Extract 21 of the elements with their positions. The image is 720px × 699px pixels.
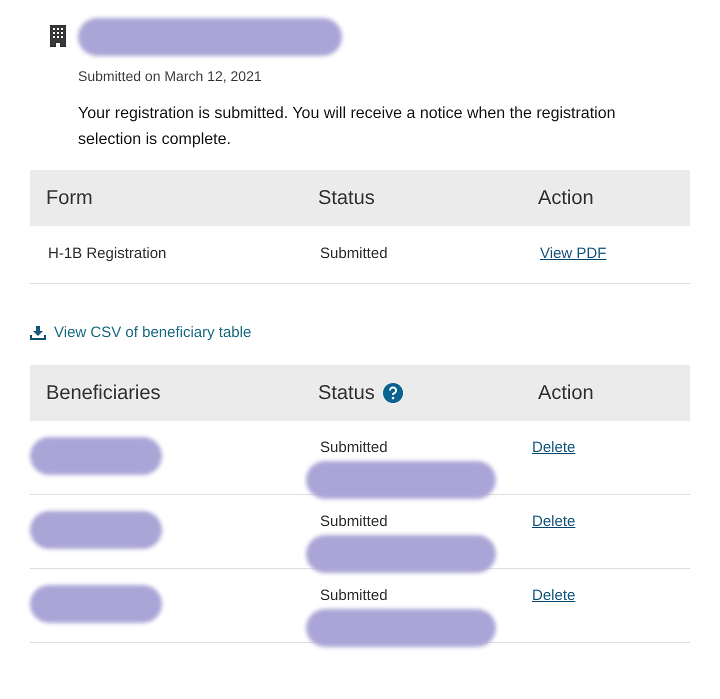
column-header: Beneficiaries [46, 380, 162, 406]
column-header: Status [318, 380, 375, 406]
delete-link[interactable]: Delete [532, 512, 576, 530]
delete-link[interactable]: Delete [532, 438, 576, 456]
column-header: Action [538, 380, 595, 406]
table-cell-text: Submitted [320, 244, 389, 264]
status-message: Your registration is submitted. You will receive a notice when the registration selection is complete. [78, 104, 616, 150]
column-header: Status [318, 186, 376, 211]
table-cell-text: Submitted [320, 586, 389, 606]
csv-link[interactable]: View CSV of beneficiary table [30, 322, 252, 344]
column-header: Action [538, 186, 595, 211]
help-icon[interactable] [382, 382, 403, 402]
submitted-date: Submitted on March 12, 2021 [78, 67, 263, 86]
column-header: Form [46, 186, 94, 211]
building-icon [50, 25, 66, 47]
view-pdf-link[interactable]: View PDF [540, 243, 606, 266]
table-cell-text: Submitted [320, 512, 389, 532]
download-icon [30, 326, 46, 340]
table-cell-text: Submitted [320, 438, 389, 458]
delete-link[interactable]: Delete [532, 586, 576, 604]
table-cell-text: H-1B Registration [48, 244, 168, 264]
